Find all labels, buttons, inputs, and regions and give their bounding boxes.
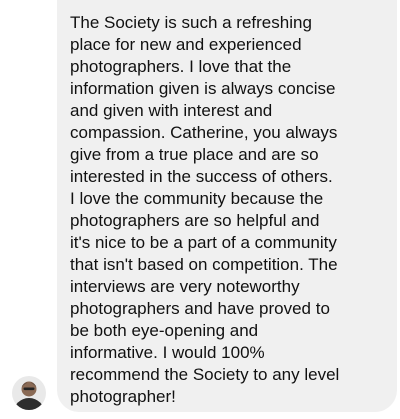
message-line: it's nice to be a part of a community: [70, 233, 337, 252]
message-line: interviews are very noteworthy: [70, 277, 300, 296]
message-line: photographer!: [70, 387, 176, 406]
message-line: interested in the success of others.: [70, 167, 333, 186]
message-line: information given is always concise: [70, 79, 336, 98]
chat-view: The Society is such a refreshing place f…: [0, 0, 400, 419]
message-line: recommend the Society to any level: [70, 365, 340, 384]
message-line: and given with interest and: [70, 101, 273, 120]
message-line: informative. I would 100%: [70, 343, 265, 362]
message-line: The Society is such a refreshing: [70, 13, 312, 32]
message-bubble[interactable]: The Society is such a refreshing place f…: [57, 0, 397, 412]
message-line: photographers and have proved to: [70, 299, 330, 318]
message-line: place for new and experienced: [70, 35, 302, 54]
avatar-icon: [12, 376, 46, 410]
message-line: give from a true place and are so: [70, 145, 319, 164]
message-line: photographers are so helpful and: [70, 211, 320, 230]
message-line: that isn't based on competition. The: [70, 255, 338, 274]
sender-avatar[interactable]: [12, 376, 46, 410]
message-line: photographers. I love that the: [70, 57, 292, 76]
message-line: compassion. Catherine, you always: [70, 123, 338, 142]
message-line: I love the community because the: [70, 189, 324, 208]
message-line: be both eye-opening and: [70, 321, 259, 340]
message-text: The Society is such a refreshing place f…: [70, 12, 384, 408]
